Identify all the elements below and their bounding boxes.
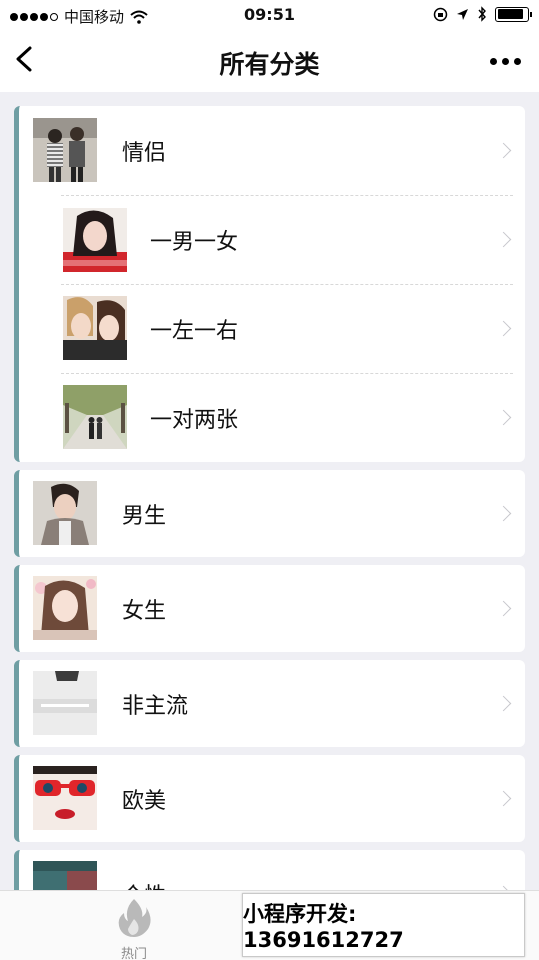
category-label: 女生 bbox=[122, 598, 167, 624]
category-row-couple[interactable]: 情侣 bbox=[19, 106, 525, 195]
status-right bbox=[433, 6, 532, 22]
chevron-right-icon bbox=[495, 695, 512, 712]
chevron-right-icon bbox=[495, 790, 512, 807]
subcategory-row-left-right[interactable]: 一左一右 bbox=[19, 284, 525, 373]
category-card-female: 女生 bbox=[14, 565, 525, 652]
chevron-right-icon bbox=[495, 142, 512, 159]
category-thumbnail-image bbox=[33, 766, 97, 830]
flame-icon bbox=[118, 899, 151, 937]
subcategory-row-boy-girl[interactable]: 一男一女 bbox=[19, 195, 525, 284]
category-thumbnail-image bbox=[33, 576, 97, 640]
battery-fill bbox=[497, 9, 523, 19]
category-thumbnail-image bbox=[33, 671, 97, 735]
bluetooth-icon bbox=[478, 6, 486, 22]
category-label: 情侣 bbox=[122, 140, 167, 166]
page-title: 所有分类 bbox=[219, 50, 320, 79]
subcategory-label: 一男一女 bbox=[150, 229, 239, 255]
category-card-male: 男生 bbox=[14, 470, 525, 557]
category-row-female[interactable]: 女生 bbox=[19, 565, 525, 652]
battery-icon bbox=[495, 6, 532, 22]
tab-hot[interactable]: 热门 bbox=[100, 897, 168, 960]
location-icon bbox=[457, 8, 468, 20]
rotation-lock-icon bbox=[433, 7, 448, 21]
chevron-right-icon bbox=[495, 505, 512, 522]
category-row-alternative[interactable]: 非主流 bbox=[19, 660, 525, 747]
chevron-right-icon bbox=[495, 600, 512, 617]
category-row-male[interactable]: 男生 bbox=[19, 470, 525, 557]
category-card-western: 欧美 bbox=[14, 755, 525, 842]
chevron-right-icon bbox=[495, 320, 512, 337]
subcategory-thumbnail-image bbox=[63, 296, 127, 360]
subcategory-row-pair-two[interactable]: 一对两张 bbox=[19, 373, 525, 462]
category-row-western[interactable]: 欧美 bbox=[19, 755, 525, 842]
category-label: 欧美 bbox=[122, 788, 167, 814]
subcategory-label: 一左一右 bbox=[150, 318, 239, 344]
status-bar: 中国移动 09:51 bbox=[0, 0, 539, 30]
tab-hot-label: 热门 bbox=[120, 947, 147, 960]
subcategory-thumbnail-image bbox=[63, 208, 127, 272]
chevron-right-icon bbox=[495, 231, 512, 248]
category-thumbnail-image bbox=[33, 481, 97, 545]
more-button[interactable] bbox=[490, 58, 521, 65]
promo-banner: 小程序开发: 13691612727 bbox=[242, 893, 525, 957]
ellipsis-icon bbox=[490, 58, 497, 65]
category-thumbnail-image bbox=[33, 118, 97, 182]
category-label: 非主流 bbox=[122, 693, 189, 719]
category-card-couple: 情侣 一男一女 一左一右 一对两张 bbox=[14, 106, 525, 462]
chevron-right-icon bbox=[495, 409, 512, 426]
category-label: 男生 bbox=[122, 503, 167, 529]
category-card-alternative: 非主流 bbox=[14, 660, 525, 747]
subcategory-thumbnail-image bbox=[63, 385, 127, 449]
subcategory-label: 一对两张 bbox=[150, 407, 239, 433]
navigation-bar: 所有分类 bbox=[0, 30, 539, 92]
